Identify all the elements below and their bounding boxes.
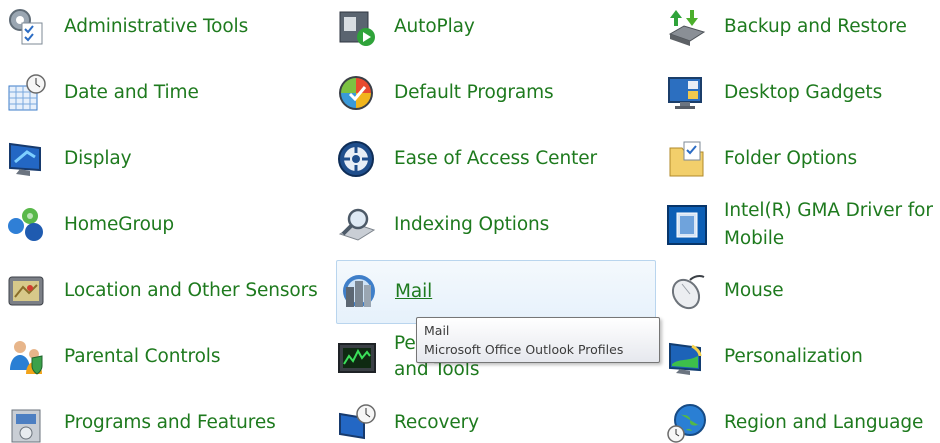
item-parental-controls[interactable]: Parental Controls [6,326,326,388]
item-label: Location and Other Sensors [64,280,318,301]
mouse-icon [666,270,708,312]
item-label: Recovery [394,412,479,433]
item-label: Region and Language [724,412,924,433]
item-autoplay[interactable]: AutoPlay [336,0,654,58]
item-programs-features[interactable]: Programs and Features [6,392,326,443]
item-homegroup[interactable]: HomeGroup [6,194,326,256]
date-time-icon [6,72,48,114]
tooltip-title: Mail [424,323,450,338]
administrative-tools-icon [6,6,48,48]
item-intel-gma-driver[interactable]: Intel(R) GMA Driver for Mobile [666,194,940,256]
item-ease-of-access[interactable]: Ease of Access Center [336,128,654,190]
item-recovery[interactable]: Recovery [336,392,654,443]
item-mail[interactable]: Mail [336,260,656,324]
item-label: Default Programs [394,82,554,103]
item-label: Ease of Access Center [394,148,598,169]
ease-of-access-icon [336,138,378,180]
item-default-programs[interactable]: Default Programs [336,62,654,124]
item-label: Parental Controls [64,346,221,367]
default-programs-icon [336,72,378,114]
item-label: AutoPlay [394,16,475,37]
item-label: Desktop Gadgets [724,82,883,103]
desktop-gadgets-icon [666,72,708,114]
backup-restore-icon [666,6,708,48]
autoplay-icon [336,6,378,48]
item-date-time[interactable]: Date and Time [6,62,326,124]
mail-icon [337,271,379,313]
tooltip-description: Microsoft Office Outlook Profiles [424,342,624,357]
item-personalization[interactable]: Personalization [666,326,940,388]
indexing-options-icon [336,204,378,246]
parental-controls-icon [6,336,48,378]
item-region-language[interactable]: Region and Language [666,392,940,443]
item-label: Programs and Features [64,412,276,433]
item-label: Mouse [724,280,784,301]
intel-gma-icon [666,204,708,246]
programs-features-icon [6,402,48,443]
item-folder-options[interactable]: Folder Options [666,128,940,190]
item-indexing-options[interactable]: Indexing Options [336,194,654,256]
item-label: Intel(R) GMA Driver for Mobile [724,200,933,249]
item-label: Indexing Options [394,214,550,235]
item-desktop-gadgets[interactable]: Desktop Gadgets [666,62,940,124]
recovery-icon [336,402,378,443]
item-label: Personalization [724,346,863,367]
region-language-icon [666,402,708,443]
item-label: Folder Options [724,148,858,169]
personalization-icon [666,336,708,378]
performance-icon [336,336,378,378]
item-label: HomeGroup [64,214,175,235]
item-label: Mail [395,281,433,302]
item-label: Date and Time [64,82,199,103]
item-administrative-tools[interactable]: Administrative Tools [6,0,326,58]
control-panel-grid: Administrative Tools AutoPlay Backup and… [0,0,940,443]
item-display[interactable]: Display [6,128,326,190]
item-label: Administrative Tools [64,16,249,37]
homegroup-icon [6,204,48,246]
item-label: Backup and Restore [724,16,907,37]
mail-tooltip: Mail Microsoft Office Outlook Profiles [416,317,660,363]
item-label: Display [64,148,132,169]
item-location-sensors[interactable]: Location and Other Sensors [6,260,326,322]
item-mouse[interactable]: Mouse [666,260,940,322]
location-sensors-icon [6,270,48,312]
folder-options-icon [666,138,708,180]
item-backup-restore[interactable]: Backup and Restore [666,0,940,58]
display-icon [6,138,48,180]
